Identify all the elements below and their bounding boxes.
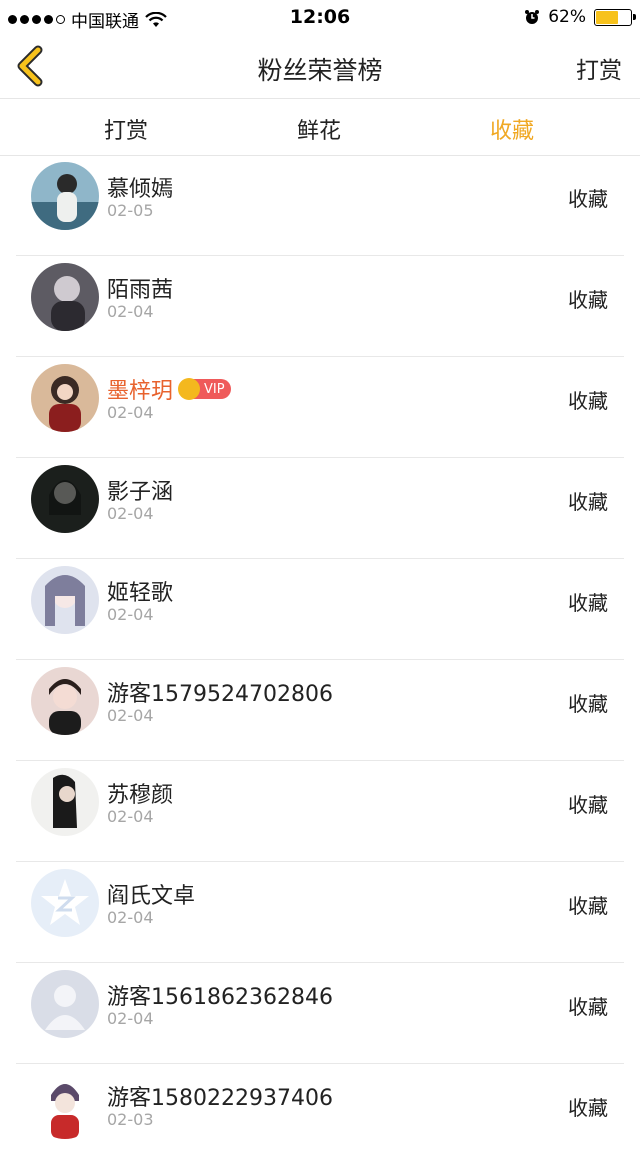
tab-tip[interactable]: 打赏 (104, 113, 148, 145)
favorite-label: 收藏 (568, 995, 608, 1019)
fan-name: 游客1561862362846 (107, 985, 333, 1010)
fan-date: 02-04 (107, 706, 154, 725)
fan-date: 02-04 (107, 504, 154, 523)
favorite-label: 收藏 (568, 288, 608, 312)
list-item[interactable]: 游客1561862362846 02-04 收藏 (16, 963, 624, 1064)
avatar-photo-icon (31, 768, 99, 836)
list-item[interactable]: 苏穆颜 02-04 收藏 (16, 761, 624, 862)
avatar-photo-icon (31, 667, 99, 735)
crown-icon (178, 378, 201, 400)
fan-date: 02-04 (107, 403, 154, 422)
status-bar: 中国联通 12:06 62% (0, 0, 640, 34)
avatar-photo-icon (31, 364, 99, 432)
fan-date: 02-05 (107, 201, 154, 220)
avatar-photo-icon (31, 162, 99, 230)
favorite-label: 收藏 (568, 793, 608, 817)
avatar-photo-icon (31, 1071, 99, 1139)
avatar-photo-icon (31, 465, 99, 533)
tab-bar: 打赏 鲜花 收藏 (0, 99, 640, 156)
list-item[interactable]: 墨梓玥 VIP 02-04 收藏 (16, 357, 624, 458)
fan-date: 02-04 (107, 1009, 154, 1028)
fan-name: 影子涵 (107, 480, 174, 505)
favorite-label: 收藏 (568, 692, 608, 716)
list-item[interactable]: 影子涵 02-04 收藏 (16, 458, 624, 559)
default-star-avatar-icon (31, 869, 99, 937)
fan-date: 02-04 (107, 302, 154, 321)
favorite-label: 收藏 (568, 490, 608, 514)
fan-name: 姬轻歌 (107, 581, 174, 606)
vip-badge: VIP (178, 378, 231, 400)
favorite-label: 收藏 (568, 187, 608, 211)
fan-name: 墨梓玥 (107, 379, 174, 404)
fan-name-vip: 墨梓玥 VIP (107, 373, 231, 405)
list-item[interactable]: 慕倾嫣 02-05 收藏 (16, 155, 624, 256)
list-item[interactable]: 姬轻歌 02-04 收藏 (16, 559, 624, 660)
tab-flowers[interactable]: 鲜花 (297, 113, 341, 145)
battery-area: 62% (524, 7, 636, 27)
tab-favorites[interactable]: 收藏 (490, 113, 534, 145)
favorite-label: 收藏 (568, 894, 608, 918)
fan-name: 阎氏文卓 (107, 884, 196, 909)
fan-name: 苏穆颜 (107, 783, 174, 808)
tip-button[interactable]: 打赏 (576, 51, 622, 85)
page-title: 粉丝荣誉榜 (257, 56, 383, 85)
fan-date: 02-04 (107, 908, 154, 927)
favorite-label: 收藏 (568, 591, 608, 615)
fan-date: 02-03 (107, 1110, 154, 1129)
list-item[interactable]: 阎氏文卓 02-04 收藏 (16, 862, 624, 963)
list-item[interactable]: 游客1579524702806 02-04 收藏 (16, 660, 624, 761)
nav-bar: 粉丝荣誉榜 打赏 (0, 34, 640, 99)
fan-date: 02-04 (107, 807, 154, 826)
favorite-label: 收藏 (568, 389, 608, 413)
list-item[interactable]: 游客1580222937406 02-03 收藏 (16, 1064, 624, 1164)
fan-name: 游客1579524702806 (107, 682, 333, 707)
fan-name: 陌雨茜 (107, 278, 174, 303)
fan-name: 慕倾嫣 (107, 177, 174, 202)
fan-list: 慕倾嫣 02-05 收藏 陌雨茜 02-04 收藏 墨梓玥 VIP 02-04 … (0, 155, 640, 1164)
alarm-clock-icon (525, 10, 540, 24)
vip-badge-label: VIP (204, 381, 225, 397)
fan-name: 游客1580222937406 (107, 1086, 333, 1111)
avatar-photo-icon (31, 566, 99, 634)
battery-icon (594, 8, 636, 26)
fan-date: 02-04 (107, 605, 154, 624)
battery-percent: 62% (548, 7, 586, 27)
favorite-label: 收藏 (568, 1096, 608, 1120)
default-person-avatar-icon (31, 970, 99, 1038)
list-item[interactable]: 陌雨茜 02-04 收藏 (16, 256, 624, 357)
avatar-photo-icon (31, 263, 99, 331)
